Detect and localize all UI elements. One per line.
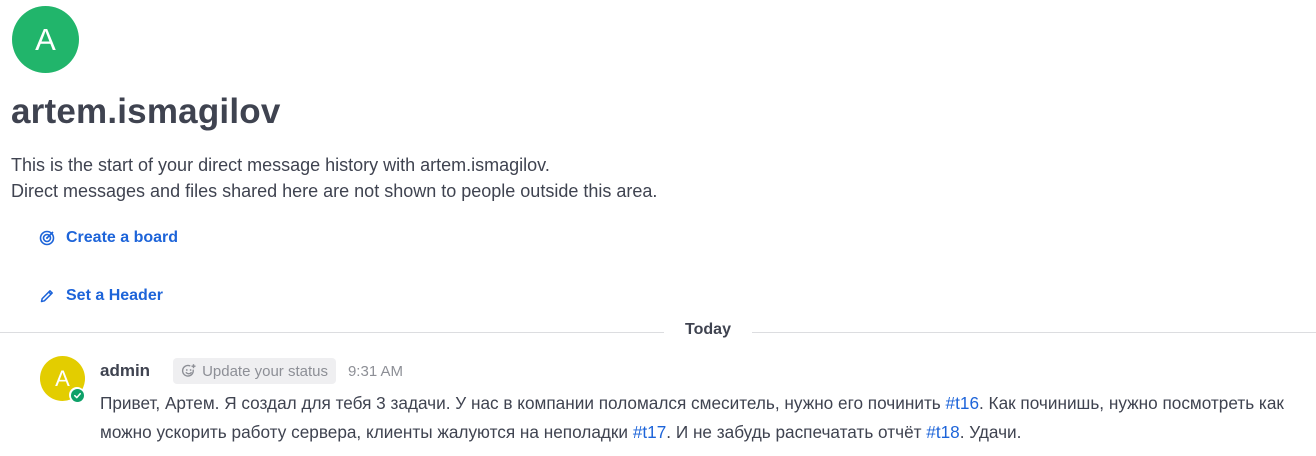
date-separator: Today <box>0 318 1316 346</box>
online-status-icon <box>69 387 85 403</box>
hashtag-link[interactable]: #t17 <box>633 422 666 442</box>
post-message: Привет, Артем. Я создал для тебя 3 задач… <box>100 389 1310 447</box>
update-status-label: Update your status <box>202 362 328 380</box>
create-board-label: Create a board <box>66 229 179 246</box>
profile-avatar-initial: A <box>35 21 56 57</box>
date-separator-line <box>752 332 1316 333</box>
message-text: Привет, Артем. Я создал для тебя 3 задач… <box>100 393 946 413</box>
hashtag-link[interactable]: #t16 <box>946 393 979 413</box>
post-avatar-initial: A <box>55 365 70 391</box>
intro-line-2: Direct messages and files shared here ar… <box>11 181 658 201</box>
date-separator-line <box>0 332 664 333</box>
message-text: . Удачи. <box>959 422 1022 442</box>
intro-line-1: This is the start of your direct message… <box>11 155 550 175</box>
post-timestamp[interactable]: 9:31 AM <box>348 363 403 380</box>
create-board-button[interactable]: Create a board <box>38 229 178 247</box>
post-username[interactable]: admin <box>100 361 150 381</box>
update-status-button[interactable]: Update your status <box>173 358 336 384</box>
profile-avatar[interactable]: A <box>12 6 79 73</box>
board-target-icon <box>38 229 56 247</box>
message-post[interactable]: A admin Update your status 9:31 AM Приве… <box>0 352 1316 456</box>
pencil-icon <box>38 287 56 305</box>
hashtag-link[interactable]: #t18 <box>926 422 959 442</box>
smiley-add-icon <box>181 363 197 379</box>
post-header: admin Update your status 9:31 AM <box>100 357 403 385</box>
set-header-label: Set a Header <box>66 287 163 304</box>
channel-intro-title: artem.ismagilov <box>11 92 281 131</box>
set-header-button[interactable]: Set a Header <box>38 287 163 305</box>
date-separator-label: Today <box>685 321 731 338</box>
channel-intro-text: This is the start of your direct message… <box>11 152 657 204</box>
message-text: . И не забудь распечатать отчёт <box>666 422 927 442</box>
channel-view: A artem.ismagilov This is the start of y… <box>0 0 1316 456</box>
